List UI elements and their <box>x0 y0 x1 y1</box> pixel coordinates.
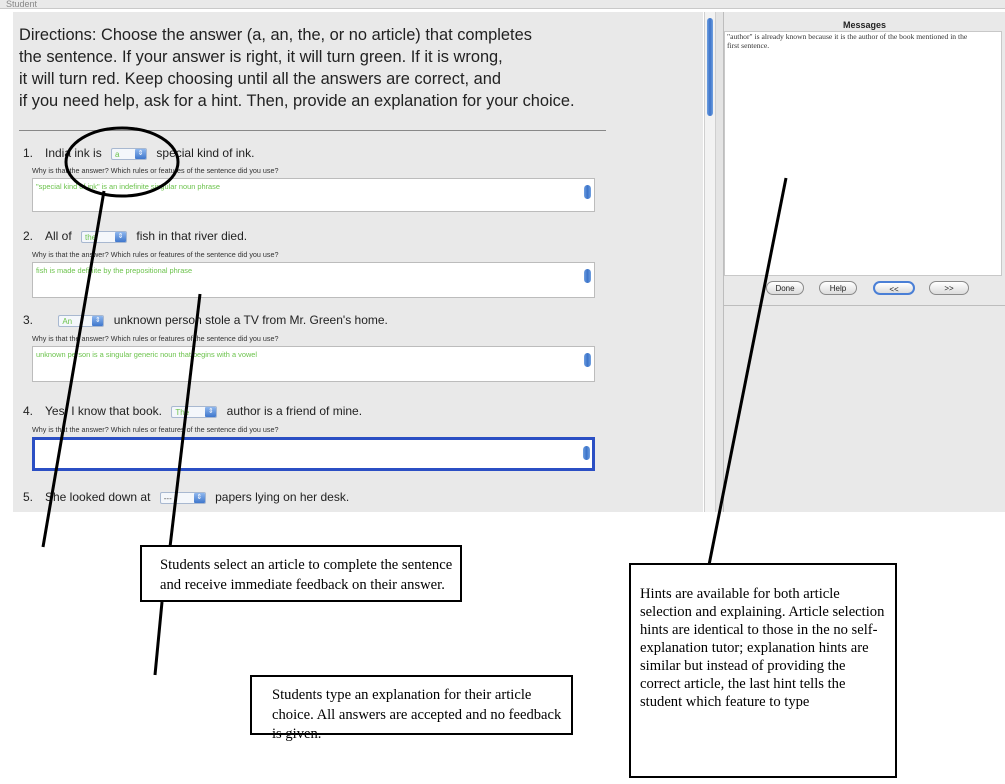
callout-hints: Hints are available for both article sel… <box>629 563 897 778</box>
callout-explanation: Students type an explanation for their a… <box>250 675 573 742</box>
callout-line <box>153 601 164 676</box>
callout-article-selection: Students select an article to complete t… <box>140 545 462 602</box>
callout-line <box>41 190 106 548</box>
dropdown-highlight-ellipse <box>64 126 180 198</box>
callout-text: Students select an article to complete t… <box>160 557 453 593</box>
callout-line <box>168 293 202 548</box>
callout-text: Students type an explanation for their a… <box>272 687 562 742</box>
callout-line <box>707 177 788 566</box>
callout-text: Hints are available for both article sel… <box>640 586 885 710</box>
